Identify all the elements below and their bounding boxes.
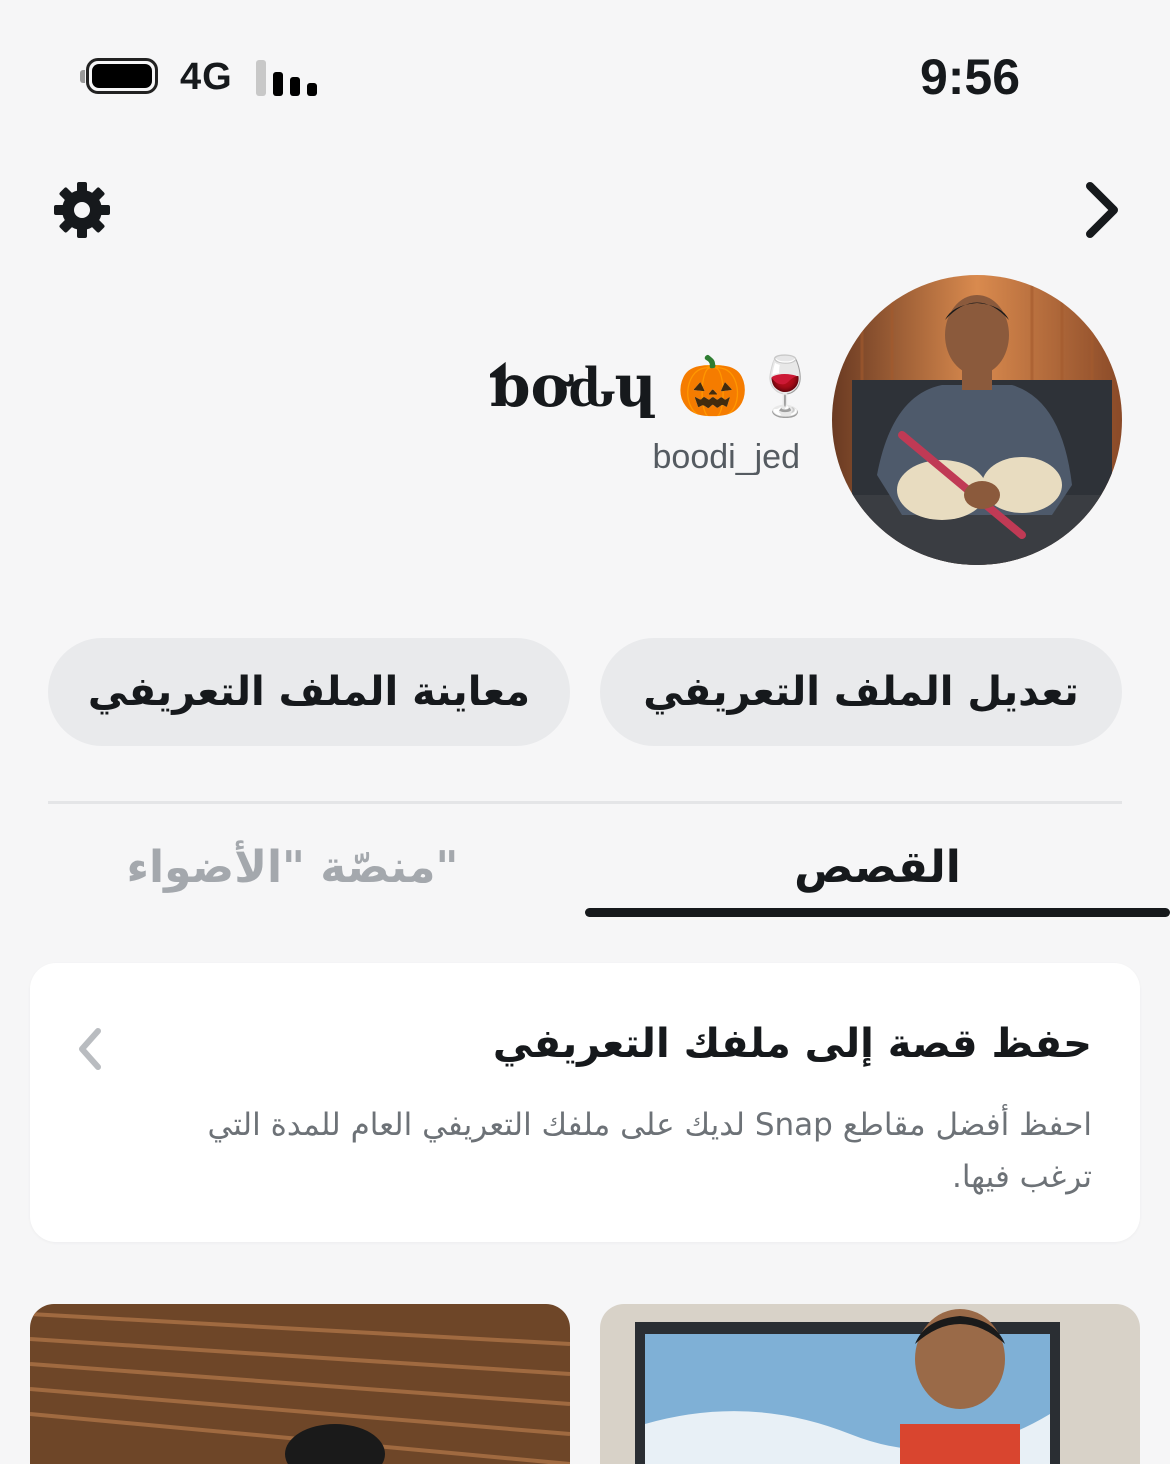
signal-bars-icon [256,60,320,96]
preview-profile-button[interactable]: معاينة الملف التعريفي [48,638,570,746]
card-title: حفظ قصة إلى ملفك التعريفي [492,1021,1092,1067]
username: boodi_jed [652,438,800,476]
chevron-left-icon [74,1023,106,1075]
edit-profile-button[interactable]: تعديل الملف التعريفي [600,638,1122,746]
status-time: 9:56 [919,49,1021,105]
active-tab-indicator [585,908,1170,917]
avatar[interactable] [832,275,1122,565]
network-type: 4G [180,56,233,98]
divider [48,801,1122,804]
battery-icon [80,58,160,96]
story-thumbnail[interactable] [30,1304,570,1464]
save-story-card[interactable]: حفظ قصة إلى ملفك التعريفي احفظ أفضل مقاط… [30,963,1140,1242]
display-name: ƅơԃɥ 🎃🍷 [490,352,822,420]
chevron-right-icon[interactable] [1080,178,1124,242]
card-description: احفظ أفضل مقاطع Snap لديك على ملفك التعر… [207,1107,1092,1195]
tab-spotlight[interactable]: منصّة "الأضواء" [0,842,585,893]
settings-gear-icon[interactable] [50,178,114,242]
tab-stories[interactable]: القصص [585,842,1170,893]
story-thumbnail[interactable] [600,1304,1140,1464]
